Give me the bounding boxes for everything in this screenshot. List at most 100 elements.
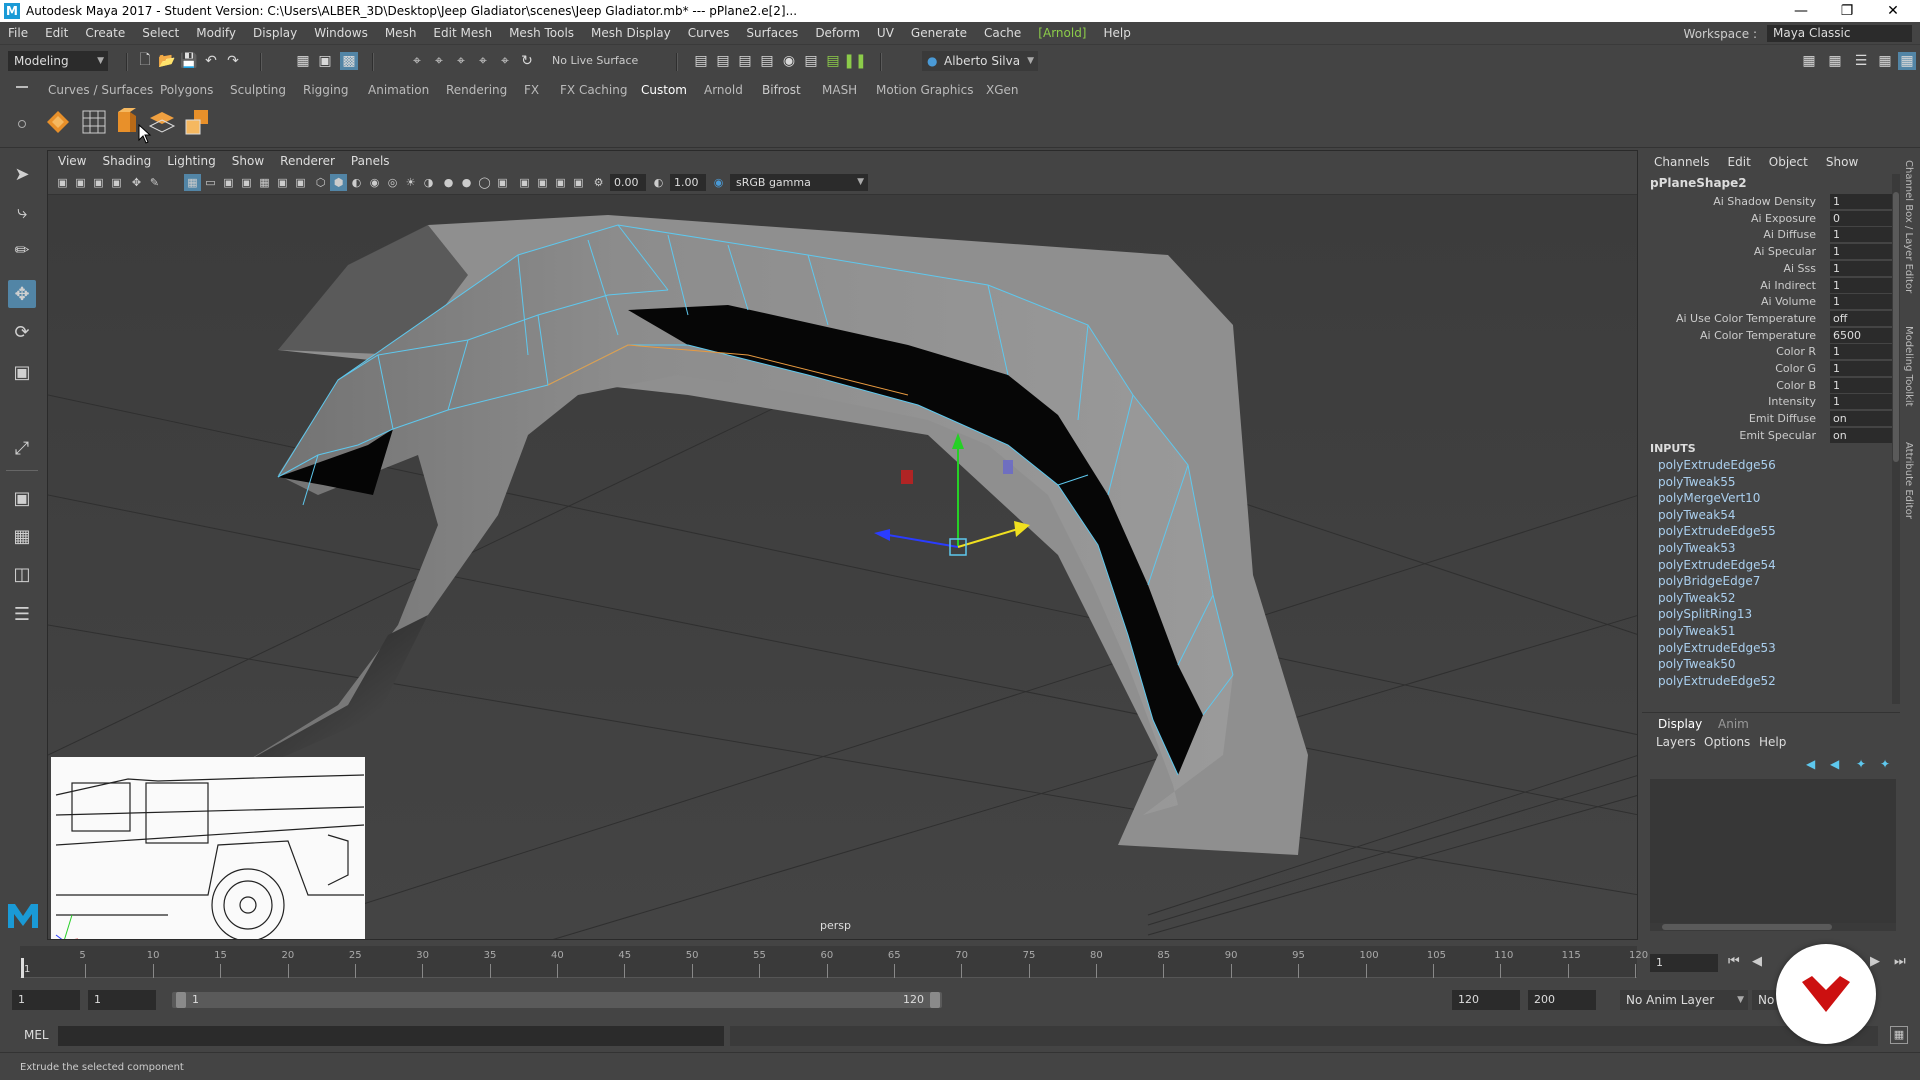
attribute-value[interactable]: off — [1830, 310, 1892, 326]
layer-list[interactable] — [1650, 779, 1896, 929]
shelf-bevel-icon[interactable] — [184, 108, 212, 136]
depth-of-field-icon[interactable]: ▣ — [494, 174, 511, 191]
workspace-dropdown[interactable]: Maya Classic — [1767, 25, 1912, 42]
playback-end-field[interactable]: 120 — [1452, 990, 1520, 1010]
attribute-row[interactable]: Ai Volume 1 — [1642, 294, 1892, 310]
smooth-shade-icon[interactable]: ⬢ — [330, 174, 347, 191]
menu-create[interactable]: Create — [85, 26, 125, 40]
attribute-value[interactable]: 1 — [1830, 194, 1892, 209]
cb-menu-channels[interactable]: Channels — [1654, 155, 1710, 169]
snap-surface-icon[interactable]: ⌖ — [496, 52, 514, 70]
hypershade-icon[interactable]: ◉ — [780, 52, 798, 70]
input-node-item[interactable]: polyTweak50 — [1658, 657, 1736, 671]
menu-surfaces[interactable]: Surfaces — [746, 26, 798, 40]
shelf-tab-curves-surfaces[interactable]: Curves / Surfaces — [48, 83, 153, 97]
menu-edit-mesh[interactable]: Edit Mesh — [433, 26, 492, 40]
four-view-icon[interactable]: ▦ — [8, 522, 36, 550]
attribute-value[interactable]: 1 — [1830, 227, 1892, 243]
channel-box-scrollbar[interactable] — [1892, 174, 1900, 704]
persp-outliner-icon[interactable]: ◫ — [8, 560, 36, 588]
range-bar[interactable]: 1 120 — [172, 992, 942, 1008]
arnold-render-icon[interactable]: ▤ — [824, 52, 842, 70]
playback-start-field[interactable]: 1 — [88, 990, 156, 1010]
go-to-end-icon[interactable]: ⏭ — [1894, 954, 1906, 969]
input-node-item[interactable]: polyTweak55 — [1658, 475, 1736, 489]
shelf-tab-fx-caching[interactable]: FX Caching — [560, 83, 627, 97]
scene-end-field[interactable]: 200 — [1528, 990, 1596, 1010]
menu-mesh[interactable]: Mesh — [385, 26, 417, 40]
select-hierarchy-icon[interactable]: ▦ — [294, 52, 312, 70]
attribute-row[interactable]: Intensity 1 — [1642, 394, 1892, 410]
input-node-item[interactable]: polySplitRing13 — [1658, 607, 1752, 621]
shelf-tab-rendering[interactable]: Rendering — [446, 83, 507, 97]
modeling-toolkit-icon[interactable]: ▦ — [1800, 52, 1818, 70]
menu-deform[interactable]: Deform — [815, 26, 860, 40]
attribute-editor-icon[interactable]: ▦ — [1826, 52, 1844, 70]
shelf-menu-icon[interactable] — [16, 86, 28, 88]
range-start-handle[interactable] — [176, 992, 186, 1008]
layer-tab-anim[interactable]: Anim — [1718, 717, 1749, 731]
menu-select[interactable]: Select — [142, 26, 179, 40]
vp-menu-lighting[interactable]: Lighting — [167, 154, 216, 168]
layer-tab-display[interactable]: Display — [1658, 717, 1702, 731]
safe-action-icon[interactable]: ▣ — [274, 174, 291, 191]
attribute-row[interactable]: Ai Use Color Temperature off — [1642, 310, 1892, 327]
scrollbar-thumb[interactable] — [1662, 924, 1832, 930]
xray-icon[interactable]: ▣ — [534, 174, 551, 191]
outliner-layout-icon[interactable]: ☰ — [8, 600, 36, 628]
scene-start-field[interactable]: 1 — [12, 990, 80, 1010]
lasso-tool-icon[interactable]: ⤷ — [8, 198, 36, 226]
snap-grid-icon[interactable]: ⌖ — [408, 52, 426, 70]
shelf-tab-fx[interactable]: FX — [524, 83, 539, 97]
single-perspective-icon[interactable]: ▣ — [8, 484, 36, 512]
go-to-start-icon[interactable]: ⏮ — [1728, 954, 1740, 969]
exposure-icon[interactable]: ⚙ — [590, 174, 607, 191]
camera-attr-icon[interactable]: ▣ — [72, 174, 89, 191]
lights-icon[interactable]: ☀ — [402, 174, 419, 191]
shelf-tab-mash[interactable]: MASH — [822, 83, 857, 97]
scrollbar-thumb[interactable] — [1893, 192, 1899, 462]
attribute-row[interactable]: Ai Shadow Density 1 — [1642, 194, 1892, 210]
redo-icon[interactable]: ↷ — [224, 52, 242, 70]
shelf-extrude-icon[interactable] — [116, 108, 140, 136]
textured-icon[interactable]: ◉ — [366, 174, 383, 191]
ipr-render-icon[interactable]: ▤ — [736, 52, 754, 70]
attribute-row[interactable]: Ai Diffuse 1 — [1642, 227, 1892, 243]
attribute-value[interactable]: 1 — [1830, 277, 1892, 293]
attribute-value[interactable]: 1 — [1830, 394, 1892, 410]
shelf-tab-animation[interactable]: Animation — [368, 83, 429, 97]
layer-scrollbar[interactable] — [1650, 923, 1896, 931]
vp-menu-renderer[interactable]: Renderer — [280, 154, 335, 168]
side-tab-modeling-toolkit[interactable]: Modeling Toolkit — [1903, 326, 1914, 407]
shelf-tab-bifrost[interactable]: Bifrost — [762, 83, 801, 97]
shelf-tab-rigging[interactable]: Rigging — [303, 83, 348, 97]
shadows-icon[interactable]: ◑ — [420, 174, 437, 191]
menu-mesh-tools[interactable]: Mesh Tools — [509, 26, 574, 40]
last-tool-icon[interactable]: ⤢ — [8, 434, 36, 462]
wireframe-icon[interactable]: ⬡ — [312, 174, 329, 191]
shelf-tab-motion-graphics[interactable]: Motion Graphics — [876, 83, 974, 97]
film-gate-icon[interactable]: ▭ — [202, 174, 219, 191]
open-scene-icon[interactable]: 📂 — [158, 52, 176, 70]
menu-edit[interactable]: Edit — [45, 26, 68, 40]
step-back-icon[interactable]: ◀ — [1752, 954, 1762, 969]
move-layer-down-icon[interactable]: ◀ — [1830, 757, 1839, 771]
input-node-item[interactable]: polyExtrudeEdge55 — [1658, 524, 1776, 538]
color-management-icon[interactable]: ◉ — [710, 174, 727, 191]
vp-menu-view[interactable]: View — [58, 154, 86, 168]
layer-menu-help[interactable]: Help — [1759, 735, 1786, 749]
exposure-field[interactable]: 0.00 — [610, 174, 646, 191]
new-layer-selected-icon[interactable]: ✦ — [1880, 757, 1890, 771]
live-surface-label[interactable]: No Live Surface — [552, 54, 638, 67]
attribute-row[interactable]: Ai Exposure 0 — [1642, 210, 1892, 227]
shelf-tab-polygons[interactable]: Polygons — [160, 83, 213, 97]
2d-pan-icon[interactable]: ✥ — [128, 174, 145, 191]
menu-help[interactable]: Help — [1104, 26, 1131, 40]
shelf-tab-xgen[interactable]: XGen — [986, 83, 1019, 97]
wireframe-on-shaded-icon[interactable]: ◎ — [384, 174, 401, 191]
shelf-options-icon[interactable] — [18, 120, 26, 128]
script-editor-icon[interactable]: ▦ — [1890, 1026, 1908, 1044]
input-node-item[interactable]: polyExtrudeEdge56 — [1658, 458, 1776, 472]
menu-cache[interactable]: Cache — [984, 26, 1021, 40]
attribute-value[interactable]: 1 — [1830, 244, 1892, 260]
